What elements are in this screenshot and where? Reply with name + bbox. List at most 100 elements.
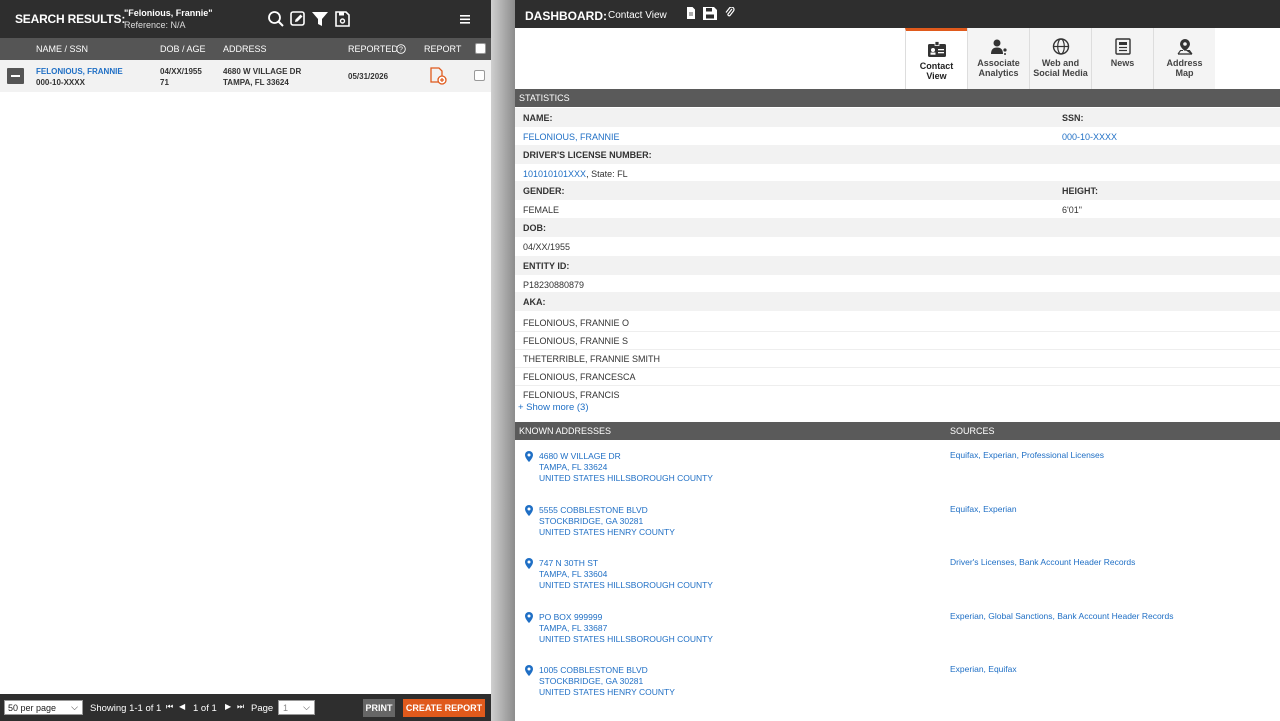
col-address[interactable]: ADDRESS [223, 44, 267, 54]
address-item: 1005 COBBLESTONE BLVD STOCKBRIDGE, GA 30… [515, 664, 1280, 717]
list-item: FELONIOUS, FRANCESCA [515, 368, 1280, 386]
menu-icon[interactable] [456, 10, 474, 28]
entity-value: P18230880879 [523, 280, 585, 290]
search-results-title: SEARCH RESULTS: [15, 12, 126, 26]
showing-count: Showing 1-1 of 1 [90, 703, 162, 714]
create-report-button[interactable]: CREATE REPORT [403, 699, 485, 717]
dob-label-row: DOB: [515, 218, 1280, 237]
entity-label-row: ENTITY ID: [515, 256, 1280, 275]
edit-icon[interactable] [289, 10, 307, 28]
result-address-line2: TAMPA, FL 33624 [223, 78, 289, 87]
address-item: PO BOX 999999 TAMPA, FL 33687 UNITED STA… [515, 611, 1280, 664]
list-item: FELONIOUS, FRANNIE O [515, 314, 1280, 332]
address-sources[interactable]: Experian, Global Sanctions, Bank Account… [950, 611, 1174, 621]
name-label: NAME: [523, 113, 553, 123]
search-results-panel: SEARCH RESULTS: "Felonious, Frannie" Ref… [0, 0, 491, 721]
next-page-icon[interactable]: ▶ [225, 702, 231, 711]
collapse-button[interactable] [7, 68, 24, 84]
known-addresses-header: KNOWN ADDRESSES SOURCES [515, 422, 1280, 440]
map-pin-icon[interactable] [525, 451, 533, 462]
list-item: FELONIOUS, FRANCIS [515, 386, 1280, 404]
address-line1[interactable]: 5555 COBBLESTONE BLVD [539, 505, 648, 515]
tab-address-map[interactable]: Address Map [1153, 28, 1215, 89]
ssn-value[interactable]: 000-10-XXXX [1062, 132, 1117, 142]
address-sources[interactable]: Equifax, Experian [950, 504, 1017, 514]
address-item: 5555 COBBLESTONE BLVD STOCKBRIDGE, GA 30… [515, 504, 1280, 557]
aka-label-row: AKA: [515, 292, 1280, 311]
last-page-icon[interactable]: ⏭ [237, 702, 244, 712]
address-line2[interactable]: TAMPA, FL 33604 [539, 569, 607, 579]
filter-icon[interactable] [311, 10, 329, 28]
page-label: Page [251, 703, 274, 714]
address-line2[interactable]: TAMPA, FL 33687 [539, 623, 607, 633]
name-value[interactable]: FELONIOUS, FRANNIE [523, 132, 620, 142]
tab-contact-view[interactable]: Contact View [905, 28, 967, 89]
address-line1[interactable]: 747 N 30TH ST [539, 558, 598, 568]
map-pin-icon[interactable] [525, 505, 533, 516]
page-of: 1 of 1 [193, 703, 217, 714]
result-address-line1: 4680 W VILLAGE DR [223, 67, 302, 76]
tab-label-line1: News [1110, 58, 1135, 68]
page-select[interactable]: 1 ⌵ [278, 700, 315, 715]
address-line3[interactable]: UNITED STATES HILLSBOROUGH COUNTY [539, 634, 713, 644]
tab-news[interactable]: News [1091, 28, 1153, 89]
dashboard-panel: DASHBOARD: Contact View Contact View Ass… [515, 0, 1280, 721]
address-sources[interactable]: Equifax, Experian, Professional Licenses [950, 450, 1104, 460]
save-icon[interactable] [703, 7, 717, 20]
chevron-down-icon: ⌵ [303, 702, 310, 712]
search-icon[interactable] [267, 10, 285, 28]
aka-name: FELONIOUS, FRANCIS [523, 390, 620, 400]
add-report-icon[interactable] [429, 67, 447, 85]
col-dob-age[interactable]: DOB / AGE [160, 44, 206, 54]
tab-associate-analytics[interactable]: Associate Analytics [967, 28, 1029, 89]
newspaper-icon [1114, 38, 1131, 55]
address-sources[interactable]: Experian, Equifax [950, 664, 1017, 674]
address-sources[interactable]: Driver's Licenses, Bank Account Header R… [950, 557, 1135, 567]
aka-label: AKA: [523, 297, 546, 307]
dl-label-row: DRIVER'S LICENSE NUMBER: [515, 145, 1280, 164]
map-pin-icon[interactable] [525, 558, 533, 569]
search-results-header: SEARCH RESULTS: "Felonious, Frannie" Ref… [0, 0, 491, 38]
address-line3[interactable]: UNITED STATES HENRY COUNTY [539, 527, 675, 537]
table-row[interactable]: FELONIOUS, FRANNIE 000-10-XXXX 04/XX/195… [0, 60, 491, 92]
first-page-icon[interactable]: ⏮ [166, 702, 173, 712]
address-item: 747 N 30TH ST TAMPA, FL 33604 UNITED STA… [515, 557, 1280, 610]
help-icon[interactable]: ? [396, 44, 406, 54]
panel-divider[interactable] [491, 0, 515, 721]
address-line3[interactable]: UNITED STATES HILLSBOROUGH COUNTY [539, 473, 713, 483]
col-name-ssn[interactable]: NAME / SSN [36, 44, 88, 54]
map-pin-icon[interactable] [525, 612, 533, 623]
map-pin-icon[interactable] [525, 665, 533, 676]
show-more-link[interactable]: + Show more (3) [518, 402, 589, 413]
search-reference: Reference: N/A [124, 20, 186, 30]
save-search-icon[interactable] [333, 10, 351, 28]
address-line1[interactable]: PO BOX 999999 [539, 612, 602, 622]
result-reported: 05/31/2026 [348, 72, 389, 81]
prev-page-icon[interactable]: ◀ [179, 702, 185, 711]
dob-value: 04/XX/1955 [523, 242, 571, 252]
address-line1[interactable]: 1005 COBBLESTONE BLVD [539, 665, 648, 675]
address-line2[interactable]: STOCKBRIDGE, GA 30281 [539, 516, 643, 526]
address-line2[interactable]: TAMPA, FL 33624 [539, 462, 607, 472]
per-page-value: 50 per page [8, 703, 57, 713]
result-name[interactable]: FELONIOUS, FRANNIE [36, 67, 123, 76]
print-button[interactable]: PRINT [363, 699, 395, 717]
row-checkbox[interactable] [474, 70, 485, 81]
dashboard-header: DASHBOARD: Contact View [515, 0, 1280, 28]
per-page-select[interactable]: 50 per page ⌵ [4, 700, 83, 715]
dl-number[interactable]: 101010101XXX [523, 169, 586, 179]
page-select-value: 1 [283, 703, 289, 713]
address-line3[interactable]: UNITED STATES HENRY COUNTY [539, 687, 675, 697]
aka-name: FELONIOUS, FRANCESCA [523, 372, 636, 382]
address-line2[interactable]: STOCKBRIDGE, GA 30281 [539, 676, 643, 686]
select-all-checkbox[interactable] [475, 43, 486, 54]
attach-icon[interactable] [725, 7, 735, 18]
known-addresses-title: KNOWN ADDRESSES [519, 426, 612, 436]
document-icon[interactable] [686, 7, 696, 19]
sources-title: SOURCES [950, 426, 995, 436]
address-line3[interactable]: UNITED STATES HILLSBOROUGH COUNTY [539, 580, 713, 590]
col-reported[interactable]: REPORTED [348, 44, 398, 54]
gender-label: GENDER: [523, 186, 565, 196]
tab-web-social-media[interactable]: Web and Social Media [1029, 28, 1091, 89]
address-line1[interactable]: 4680 W VILLAGE DR [539, 451, 621, 461]
